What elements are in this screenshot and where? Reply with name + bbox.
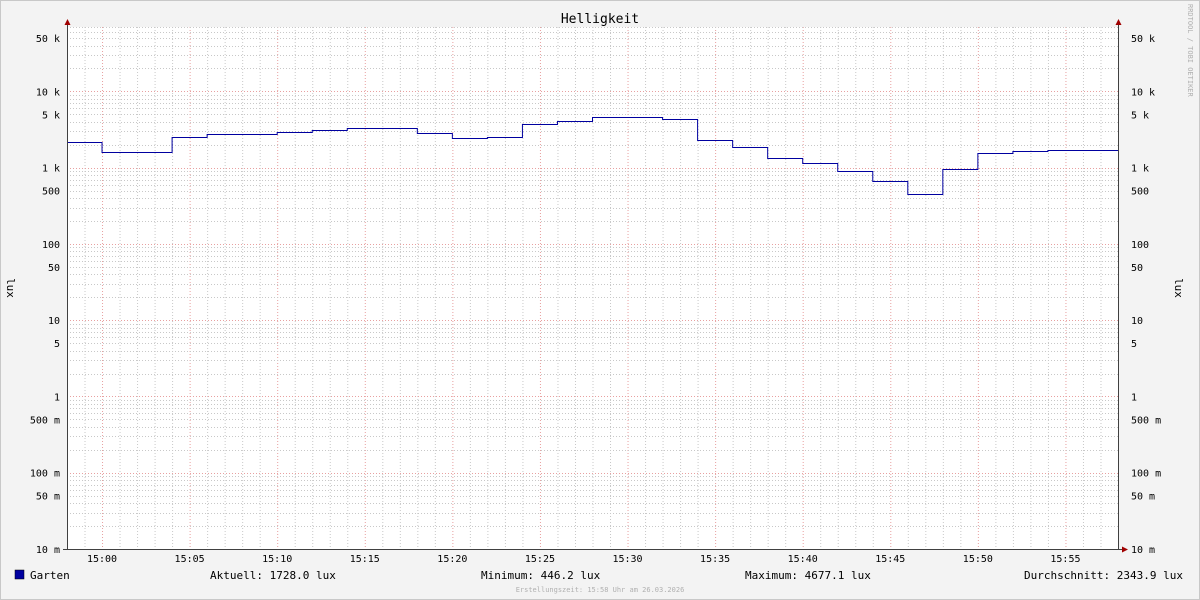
legend-swatch-garten	[14, 569, 25, 580]
x-tick-label: 15:50	[963, 554, 993, 565]
x-tick-label: 15:45	[875, 554, 905, 565]
y-tick-label-left: 50	[48, 263, 60, 274]
y-axis-label-left: lux	[4, 278, 17, 298]
x-tick-label: 15:15	[350, 554, 380, 565]
x-tick-label: 15:30	[612, 554, 642, 565]
y-tick-label-left: 10 k	[36, 87, 60, 98]
y-tick-label-right: 500 m	[1131, 415, 1161, 426]
stat-maximum: Maximum: 4677.1 lux	[745, 569, 871, 582]
watermark: RRDTOOL / TOBI OETIKER	[1186, 4, 1194, 98]
y-tick-label-left: 1 k	[42, 164, 60, 175]
x-tick-label: 15:20	[437, 554, 467, 565]
y-tick-label-left: 10	[48, 316, 60, 327]
y-tick-label-left: 50 k	[36, 34, 60, 45]
x-tick-labels: 15:00 15:05 15:10 15:15 15:20 15:25 15:30 15:35…	[87, 554, 1081, 565]
x-tick-label: 15:55	[1050, 554, 1080, 565]
y-tick-label-left: 500	[42, 187, 60, 198]
y-axis-arrow-right	[1115, 19, 1122, 25]
x-tick-label: 15:40	[788, 554, 818, 565]
y-tick-label-right: 50 k	[1131, 34, 1155, 45]
y-tick-label-right: 5	[1131, 339, 1137, 350]
y-tick-label-right: 10 m	[1131, 545, 1155, 556]
y-tick-label-left: 5	[54, 339, 60, 350]
y-tick-label-right: 50 m	[1131, 492, 1155, 503]
y-axis-label-right: lux	[1172, 278, 1185, 298]
x-tick-label: 15:00	[87, 554, 117, 565]
y-tick-label-left: 1	[54, 392, 60, 403]
chart: Helligkeit RRDTOOL / TOBI OETIKER lux lu…	[4, 4, 1194, 594]
y-tick-label-right: 50	[1131, 263, 1143, 274]
footer-timestamp: Erstellungszeit: 15:58 Uhr am 26.03.2026	[516, 586, 685, 594]
y-tick-label-left: 50 m	[36, 492, 60, 503]
y-tick-label-right: 500	[1131, 187, 1149, 198]
y-tick-label-right: 100	[1131, 240, 1149, 251]
y-tick-label-right: 10 k	[1131, 87, 1155, 98]
y-tick-label-left: 5 k	[42, 110, 60, 121]
y-tick-label-right: 5 k	[1131, 110, 1149, 121]
stat-current: Aktuell: 1728.0 lux	[210, 569, 336, 582]
stat-minimum: Minimum: 446.2 lux	[481, 569, 601, 582]
x-tick-label: 15:05	[175, 554, 205, 565]
y-tick-label-right: 1 k	[1131, 164, 1149, 175]
y-tick-label-right: 1	[1131, 392, 1137, 403]
legend-label-garten: Garten	[30, 569, 70, 582]
y-tick-label-left: 100	[42, 240, 60, 251]
x-tick-label: 15:35	[700, 554, 730, 565]
y-tick-label-right: 100 m	[1131, 469, 1161, 480]
grid	[67, 27, 1119, 550]
x-tick-label: 15:10	[262, 554, 292, 565]
y-tick-label-right: 10	[1131, 316, 1143, 327]
x-tick-label: 15:25	[525, 554, 555, 565]
y-tick-label-left: 500 m	[30, 415, 60, 426]
x-axis-arrow	[1122, 546, 1128, 553]
y-tick-label-left: 10 m	[36, 545, 60, 556]
chart-title: Helligkeit	[561, 12, 639, 27]
y-axis-arrow-left	[64, 19, 71, 25]
stat-average: Durchschnitt: 2343.9 lux	[1024, 569, 1183, 582]
y-tick-label-left: 100 m	[30, 469, 60, 480]
